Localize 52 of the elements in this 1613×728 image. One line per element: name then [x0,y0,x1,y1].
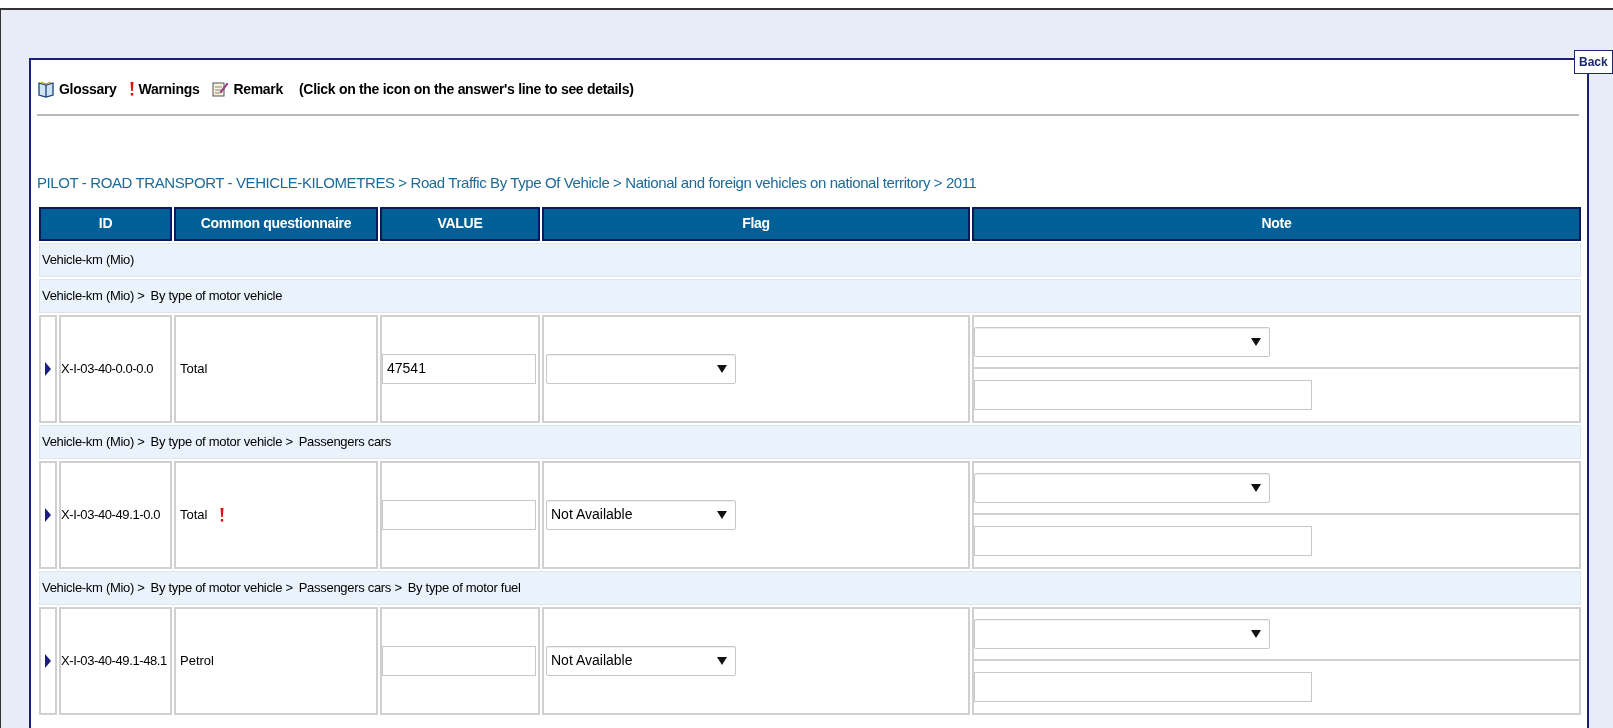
note-select[interactable] [974,326,1270,357]
value-field[interactable]: 47541 [382,353,536,384]
column-header: VALUE [380,206,540,241]
dropdown-arrow-icon [1251,337,1261,346]
row-id: X-I-03-40-49.1-48.1 [61,652,167,668]
note-select[interactable] [974,472,1270,503]
flag-select[interactable] [546,353,736,384]
row-id: X-I-03-40-49.1-0.0 [61,506,161,522]
column-header: Common questionnaire [174,206,378,241]
row-pointer-icon[interactable] [44,507,52,522]
legend-label: Warnings [138,79,200,99]
group-path-label: Vehicle-km (Mio) > [42,432,145,451]
column-header: Note [972,206,1581,241]
dropdown-arrow-icon [717,510,727,519]
flag-select[interactable]: Not Available [546,645,736,676]
column-header: ID [39,206,172,241]
group-path-label: Vehicle-km (Mio) [42,250,134,269]
legend-label: Remark [233,79,283,99]
group-path-label: By type of motor vehicle > [150,432,293,451]
notepad-pencil-icon [211,80,230,98]
dropdown-arrow-icon [717,364,727,373]
group-path-label: By type of motor fuel [407,578,521,597]
column-header: Flag [542,206,970,241]
row-id: X-I-03-40-0.0-0.0 [61,360,154,376]
row-pointer-icon[interactable] [44,361,52,376]
row-pointer-icon[interactable] [44,653,52,668]
book-icon [37,80,55,98]
group-path-label: Vehicle-km (Mio) > [42,578,145,597]
group-path-label: Vehicle-km (Mio) > [42,286,145,305]
legend-label: Glossary [59,79,117,99]
back-button[interactable]: Back [1574,50,1613,74]
group-path-label: By type of motor vehicle > [150,578,293,597]
group-path-label: By type of motor vehicle [150,286,283,305]
row-label: Total [180,359,208,378]
row-label: Petrol [180,651,214,670]
note-field[interactable] [974,671,1312,702]
group-path-label: Passengers cars > [298,578,402,597]
note-field[interactable] [974,379,1312,410]
exclamation-icon [128,81,135,97]
legend-hint: (Click on the icon on the answer's line to see details) [299,79,634,99]
dropdown-arrow-icon [1251,483,1261,492]
note-field[interactable] [974,525,1312,556]
dropdown-arrow-icon [717,656,727,665]
dropdown-arrow-icon [1251,629,1261,638]
breadcrumb: PILOT - ROAD TRANSPORT - VEHICLE-KILOMETRES > Road Traffic By Type Of Vehicle > National and foreign vehicles on national territory > 2011 [37,173,978,193]
row-label: Total [180,505,208,524]
value-field[interactable] [382,499,536,530]
group-path-label: Passengers cars [298,432,392,451]
flag-select[interactable]: Not Available [546,499,736,530]
exclamation-icon [219,506,226,523]
note-select[interactable] [974,618,1270,649]
value-field[interactable] [382,645,536,676]
